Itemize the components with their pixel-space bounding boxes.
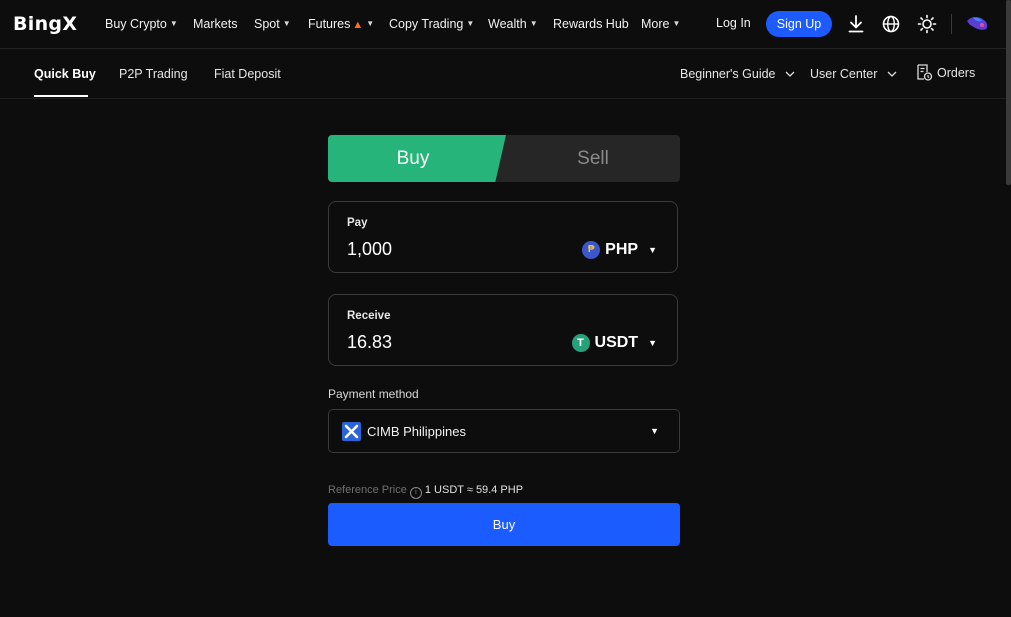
pay-amount-input[interactable]: 1,000 [347,239,392,260]
buy-sell-toggle: Buy Sell [328,135,680,182]
usdt-coin-icon: T [571,334,590,352]
sell-tab[interactable]: Sell [506,135,680,182]
caret-down-icon: ▼ [529,19,538,28]
receive-amount-input[interactable]: 16.83 [347,332,392,353]
buy-tab[interactable]: Buy [328,135,506,182]
caret-down-icon: ▼ [650,426,659,436]
nav-wealth[interactable]: Wealth ▼ [488,16,538,32]
fire-icon: ▲ [352,19,364,31]
nav-buy-crypto[interactable]: Buy Crypto ▼ [105,16,178,32]
caret-down-icon: ▼ [648,338,657,348]
user-center-menu[interactable]: User Center [810,66,897,82]
sub-navigation: Quick Buy P2P Trading Fiat Deposit Begin… [0,49,1011,99]
nav-spot[interactable]: Spot ▼ [254,16,291,32]
payment-method-value: CIMB Philippines [367,424,466,439]
active-tab-indicator [34,95,88,97]
receive-currency-select[interactable]: T USDT ▼ [571,332,657,354]
nav-divider [951,14,952,34]
download-icon[interactable] [845,13,867,35]
beginners-guide-menu[interactable]: Beginner's Guide [680,66,795,82]
nav-markets[interactable]: Markets [193,16,237,32]
tab-p2p-trading[interactable]: P2P Trading [119,66,188,82]
caret-down-icon: ▼ [648,245,657,255]
chevron-down-icon [785,71,795,77]
avatar[interactable] [964,12,990,36]
tab-quick-buy[interactable]: Quick Buy [34,66,96,82]
chevron-down-icon [887,71,897,77]
orders-icon [917,64,933,81]
pay-field[interactable]: Pay 1,000 ₱ PHP ▼ [328,201,678,273]
nav-futures[interactable]: Futures ▲ ▼ [308,16,374,33]
page-scrollbar[interactable] [1006,0,1011,185]
caret-down-icon: ▼ [169,19,178,28]
receive-label: Receive [347,310,391,322]
pay-label: Pay [347,217,368,229]
reference-price: Reference Price i 1 USDT ≈ 59.4 PHP [328,484,523,499]
php-coin-icon: ₱ [582,241,601,259]
signup-button[interactable]: Sign Up [766,11,832,37]
caret-down-icon: ▼ [672,19,681,28]
login-link[interactable]: Log In [716,16,751,30]
bingx-logo[interactable]: BingX [13,12,77,36]
cimb-bank-icon [342,422,361,441]
buy-submit-button[interactable]: Buy [328,503,680,546]
orders-link[interactable]: Orders [916,63,975,82]
nav-copy-trading[interactable]: Copy Trading ▼ [389,16,474,32]
sun-icon[interactable] [916,13,938,35]
payment-method-select[interactable]: CIMB Philippines ▼ [328,409,680,453]
caret-down-icon: ▼ [282,19,291,28]
receive-field[interactable]: Receive 16.83 T USDT ▼ [328,294,678,366]
nav-more[interactable]: More ▼ [641,16,680,32]
pay-currency-select[interactable]: ₱ PHP ▼ [582,239,657,261]
globe-icon[interactable] [880,13,902,35]
caret-down-icon: ▼ [466,19,475,28]
caret-down-icon: ▼ [366,19,375,28]
payment-method-label: Payment method [328,387,419,401]
tab-fiat-deposit[interactable]: Fiat Deposit [214,66,281,82]
nav-rewards-hub[interactable]: Rewards Hub [553,16,629,32]
top-navigation: BingX Buy Crypto ▼ Markets Spot ▼ Futures ▲… [0,0,1011,49]
info-icon[interactable]: i [409,487,422,499]
